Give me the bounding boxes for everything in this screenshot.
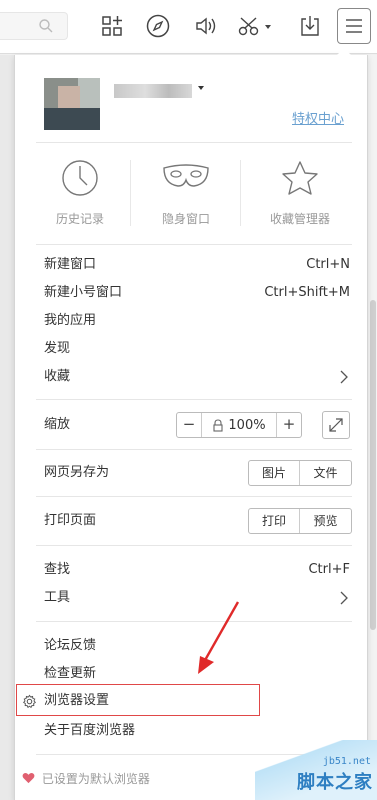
menu-item-label: 查找 [44, 562, 71, 577]
username-blurred[interactable] [114, 84, 192, 98]
favorites-manager-button[interactable]: 收藏管理器 [250, 158, 350, 232]
menu-item-label: 网页另存为 [44, 465, 110, 480]
save-as-image-button[interactable]: 图片 [249, 461, 299, 485]
history-button[interactable]: 历史记录 [30, 158, 130, 232]
menu-item-new-window[interactable]: 新建窗口 Ctrl+N [44, 254, 352, 276]
menu-item-label: 收藏 [44, 369, 71, 384]
menu-item-favorites[interactable]: 收藏 [44, 366, 352, 388]
divider [240, 160, 241, 226]
scissors-icon[interactable] [236, 12, 276, 40]
zoom-control: − 100% + [176, 412, 302, 438]
chevron-right-icon [340, 591, 348, 605]
watermark-logo: jb51.net 脚本之家 [255, 740, 377, 800]
incognito-button[interactable]: 隐身窗口 [136, 158, 236, 232]
shortcut-text: Ctrl+N [306, 257, 350, 272]
zoom-value: 100% [228, 417, 266, 433]
divider [130, 160, 131, 226]
chevron-right-icon [340, 370, 348, 384]
save-as-segment: 图片 文件 [248, 460, 352, 486]
browser-toolbar [0, 0, 377, 54]
fullscreen-icon [329, 418, 343, 432]
menu-item-label: 我的应用 [44, 313, 97, 328]
zoom-out-button[interactable]: − [177, 413, 201, 437]
menu-item-label: 新建窗口 [44, 257, 97, 272]
divider [36, 142, 352, 143]
menu-item-label: 缩放 [44, 417, 71, 432]
print-button[interactable]: 打印 [249, 509, 299, 533]
divider [36, 545, 352, 546]
shortcut-text: Ctrl+F [308, 562, 350, 577]
zoom-reset-button[interactable]: 100% [201, 413, 277, 437]
divider [36, 496, 352, 497]
clock-icon [62, 160, 98, 196]
history-label: 历史记录 [55, 212, 104, 226]
favorites-manager-label: 收藏管理器 [269, 212, 330, 226]
menu-item-label: 检查更新 [44, 666, 97, 681]
divider [36, 399, 352, 400]
shortcut-text: Ctrl+Shift+M [264, 285, 350, 300]
menu-icon [346, 19, 362, 33]
lock-icon [213, 418, 223, 432]
search-icon [39, 19, 53, 33]
chevron-down-icon[interactable] [198, 86, 204, 90]
menu-item-find[interactable]: 查找 Ctrl+F [44, 559, 352, 581]
menu-item-label: 打印页面 [44, 513, 97, 528]
download-icon[interactable] [296, 12, 324, 40]
menu-item-label: 关于百度浏览器 [44, 723, 136, 738]
settings-highlight-annotation [16, 684, 260, 716]
watermark-url: jb51.net [322, 756, 371, 767]
menu-item-new-small-window[interactable]: 新建小号窗口 Ctrl+Shift+M [44, 282, 352, 304]
menu-caret [337, 48, 351, 55]
divider [36, 244, 352, 245]
annotation-arrow [198, 601, 240, 674]
menu-item-label: 新建小号窗口 [44, 285, 123, 300]
menu-item-label: 工具 [44, 590, 71, 605]
default-browser-status[interactable]: 已设置为默认浏览器 [22, 770, 150, 787]
save-as-file-button[interactable]: 文件 [299, 461, 351, 485]
mask-icon [163, 164, 209, 187]
incognito-label: 隐身窗口 [161, 212, 210, 226]
menu-item-my-apps[interactable]: 我的应用 [44, 310, 352, 332]
menu-button[interactable] [337, 8, 371, 44]
scrollbar-thumb[interactable] [370, 300, 376, 630]
menu-item-about[interactable]: 关于百度浏览器 [44, 720, 352, 742]
search-box[interactable] [0, 12, 68, 40]
apps-grid-icon[interactable] [98, 12, 126, 40]
print-segment: 打印 预览 [248, 508, 352, 534]
menu-item-label: 发现 [44, 341, 71, 356]
compass-icon[interactable] [144, 12, 172, 40]
menu-item-discover[interactable]: 发现 [44, 338, 352, 360]
privilege-center-link[interactable]: 特权中心 [292, 108, 344, 127]
divider [36, 449, 352, 450]
page-background [0, 55, 14, 800]
menu-item-label: 论坛反馈 [44, 638, 97, 653]
star-icon [282, 161, 318, 195]
heart-icon [22, 773, 35, 784]
avatar[interactable] [44, 78, 100, 130]
print-preview-button[interactable]: 预览 [299, 509, 351, 533]
fullscreen-button[interactable] [322, 411, 350, 439]
sound-icon[interactable] [192, 12, 220, 40]
default-browser-label: 已设置为默认浏览器 [41, 772, 150, 786]
watermark-title: 脚本之家 [297, 772, 373, 793]
zoom-in-button[interactable]: + [277, 413, 301, 437]
